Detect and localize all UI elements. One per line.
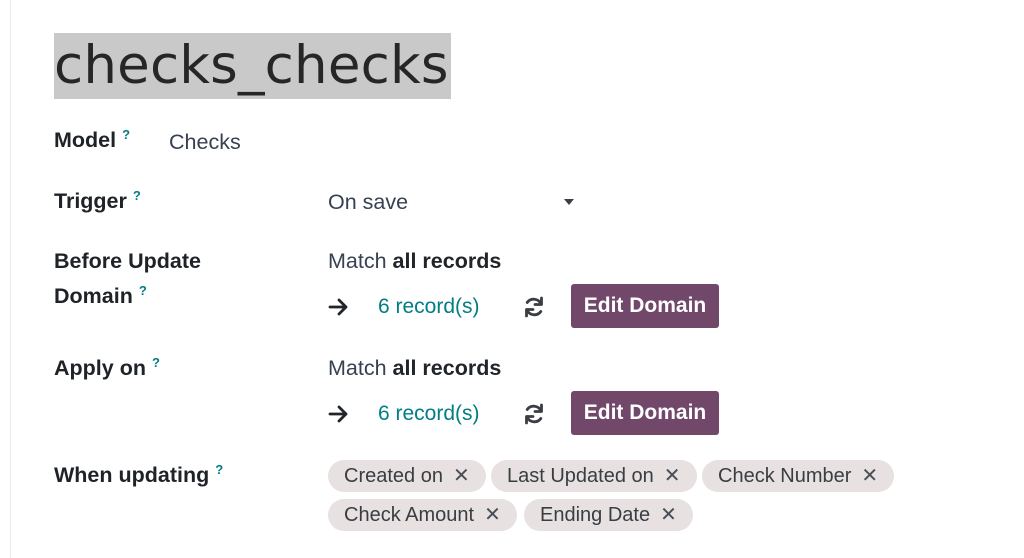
trigger-label: Trigger? [54, 188, 141, 213]
apply-on-records-link[interactable]: 6 record(s) [378, 399, 480, 429]
close-icon[interactable]: ✕ [664, 466, 681, 486]
model-value: Checks [169, 130, 241, 154]
refresh-icon[interactable] [522, 295, 546, 319]
tag-created-on: Created on ✕ [328, 460, 486, 492]
trigger-help-icon[interactable]: ? [133, 188, 141, 203]
model-help-icon[interactable]: ? [122, 127, 130, 142]
model-label: Model? [54, 127, 131, 152]
trigger-selected-value: On save [328, 189, 409, 214]
close-icon[interactable]: ✕ [484, 505, 501, 525]
tag-last-updated-on: Last Updated on ✕ [491, 460, 697, 492]
record-title[interactable]: checks_checks [54, 33, 449, 99]
when-updating-label: When updating? [54, 462, 224, 487]
arrow-right-icon [328, 405, 348, 423]
before-update-domain-label-line2: Domain? [54, 283, 147, 308]
left-border [10, 0, 11, 558]
tag-check-number: Check Number ✕ [702, 460, 895, 492]
arrow-right-icon [328, 298, 348, 316]
chevron-down-icon [564, 199, 574, 205]
before-update-domain-help-icon[interactable]: ? [139, 283, 147, 298]
refresh-icon[interactable] [522, 402, 546, 426]
when-updating-help-icon[interactable]: ? [215, 462, 223, 477]
before-update-records-link[interactable]: 6 record(s) [378, 292, 480, 322]
trigger-select[interactable]: On save [328, 186, 578, 218]
close-icon[interactable]: ✕ [861, 466, 878, 486]
before-update-domain-summary: Match all records [328, 249, 502, 273]
tag-ending-date: Ending Date ✕ [524, 499, 693, 531]
record-title-field[interactable]: checks_checks [54, 33, 451, 99]
before-update-domain-label: Before Update [54, 249, 201, 273]
tag-check-amount: Check Amount ✕ [328, 499, 517, 531]
apply-on-help-icon[interactable]: ? [152, 355, 160, 370]
close-icon[interactable]: ✕ [660, 505, 677, 525]
apply-on-label: Apply on? [54, 355, 160, 380]
before-update-edit-domain-button[interactable]: Edit Domain [571, 284, 719, 328]
apply-on-edit-domain-button[interactable]: Edit Domain [571, 391, 719, 435]
close-icon[interactable]: ✕ [453, 466, 470, 486]
apply-on-summary: Match all records [328, 356, 502, 380]
